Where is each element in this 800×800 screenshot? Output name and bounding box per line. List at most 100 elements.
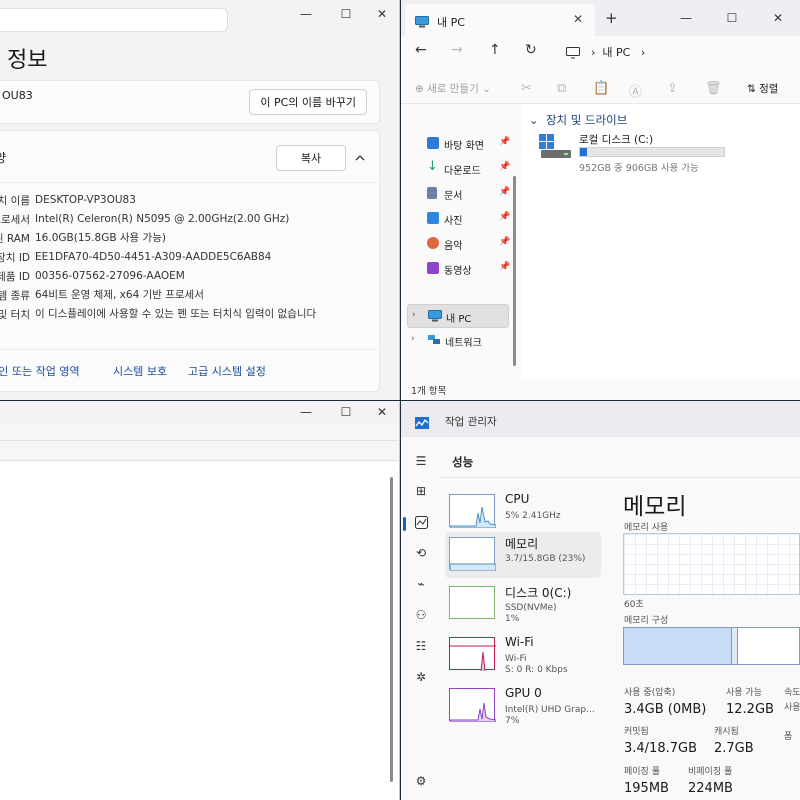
stat-label: 비페이징 풀 — [688, 767, 733, 777]
details-icon[interactable]: ☷ — [413, 638, 429, 654]
video-icon — [427, 262, 439, 274]
spec-value: DESKTOP-VP3OU83 — [35, 194, 136, 206]
stat-value: 2.7GB — [714, 741, 754, 756]
link-domain[interactable]: 도메인 또는 작업 영역 — [0, 363, 80, 379]
desktop-icon — [427, 137, 439, 149]
address-field[interactable] — [0, 425, 398, 441]
quick-access-desktop[interactable]: 바탕 화면 📌 — [427, 134, 517, 154]
tab-this-pc[interactable]: 내 PC ✕ — [405, 4, 595, 36]
stat-label: 사용 — [784, 703, 800, 713]
quick-access-label: 다운로드 — [444, 166, 481, 177]
title-bar: — ☐ ✕ — [0, 401, 399, 423]
chevron-up-icon[interactable] — [354, 149, 366, 168]
back-icon[interactable]: ← — [415, 42, 427, 58]
perf-item-memory[interactable]: 메모리 3.7/15.8GB (23%) — [445, 532, 601, 578]
maximize-button[interactable]: ☐ — [709, 4, 755, 32]
share-icon[interactable]: ⇪ — [667, 81, 678, 96]
stat-label: 캐시됨 — [714, 727, 739, 737]
close-tab-icon[interactable]: ✕ — [573, 12, 583, 26]
section-header[interactable]: ⌄ 장치 및 드라이브 — [529, 112, 627, 128]
services-icon[interactable]: ✲ — [413, 669, 429, 685]
nav-scrollbar[interactable] — [513, 176, 516, 366]
delete-icon[interactable]: 🗑 — [705, 81, 722, 96]
spec-key: 펜 및 터치 — [0, 309, 30, 321]
close-button[interactable]: ✕ — [755, 4, 800, 32]
quick-access-documents[interactable]: 문서 📌 — [427, 184, 517, 204]
up-icon[interactable]: ↑ — [489, 42, 501, 58]
settings-gear-icon[interactable]: ⚙ — [413, 773, 429, 789]
quick-access-pictures[interactable]: 사진 📌 — [427, 209, 517, 229]
rename-pc-button[interactable]: 이 PC의 이름 바꾸기 — [249, 89, 367, 115]
performance-icon[interactable] — [413, 514, 429, 530]
link-advanced-settings[interactable]: 고급 시스템 설정 — [188, 363, 266, 379]
users-icon[interactable]: ⚇ — [413, 607, 429, 623]
spec-key: 프로세서 — [0, 214, 30, 226]
chevron-right-icon[interactable]: › — [411, 334, 415, 344]
tab-bar: 내 PC ✕ + — ☐ ✕ — [401, 0, 800, 36]
tree-item-this-pc[interactable]: › 내 PC — [407, 304, 509, 328]
drive-name[interactable]: 로컬 디스크 (C:) — [579, 132, 653, 147]
music-icon — [427, 237, 439, 249]
spec-key: 제품 ID — [0, 271, 30, 283]
perf-item-detail: 5% 2.41GHz — [505, 511, 561, 521]
copy-icon[interactable]: ⧉ — [557, 81, 566, 96]
memory-modified-segment — [732, 628, 738, 664]
cut-icon[interactable]: ✂ — [521, 81, 532, 96]
specs-header[interactable]: 사양 복사 — [0, 131, 378, 183]
stat-label: 커밋됨 — [624, 727, 649, 737]
rename-icon[interactable]: Ⓐ — [629, 81, 642, 100]
system-info-window: — ☐ ✕ 정보 OU83 이 PC의 이름 바꾸기 사양 복사 장치 이름 D… — [0, 0, 400, 400]
settings-search-box[interactable] — [0, 8, 228, 32]
chevron-right-icon[interactable]: › — [412, 310, 416, 320]
quick-access-label: 음악 — [444, 241, 463, 252]
new-button[interactable]: ⊕ 새로 만들기 ⌄ — [415, 81, 491, 96]
navigation-pane: 바탕 화면 📌 ↓ 다운로드 📌 문서 📌 사진 📌 음악 📌 동영상 📌 › … — [401, 104, 521, 380]
memory-sparkline — [449, 537, 496, 571]
sort-button[interactable]: ⇅ 정렬 — [747, 81, 778, 96]
close-button[interactable]: ✕ — [359, 0, 399, 28]
navigation-bar: ← → ↑ ↻ › 내 PC › — [401, 36, 800, 68]
vertical-scrollbar[interactable] — [388, 469, 396, 794]
pin-icon: 📌 — [499, 237, 511, 247]
refresh-icon[interactable]: ↻ — [525, 42, 537, 58]
perf-item-detail: 3.7/15.8GB (23%) — [505, 554, 586, 564]
link-system-protection[interactable]: 시스템 보호 — [113, 363, 167, 379]
quick-access-downloads[interactable]: ↓ 다운로드 📌 — [427, 159, 517, 179]
quick-access-music[interactable]: 음악 📌 — [427, 234, 517, 254]
perf-item-disk[interactable]: 디스크 0(C:) SSD(NVMe) 1% — [445, 581, 601, 627]
scrollbar-thumb[interactable] — [390, 477, 393, 782]
section-title: 장치 및 드라이브 — [545, 113, 628, 127]
perf-item-cpu[interactable]: CPU 5% 2.41GHz — [445, 489, 601, 535]
quick-access-videos[interactable]: 동영상 📌 — [427, 259, 517, 279]
perf-item-name: GPU 0 — [505, 686, 542, 700]
app-title: 작업 관리자 — [445, 416, 497, 428]
app-history-icon[interactable]: ⟲ — [413, 545, 429, 561]
perf-item-detail: Wi-Fi — [505, 654, 527, 664]
tree-item-network[interactable]: › 네트워크 — [407, 329, 509, 353]
copy-button[interactable]: 복사 — [276, 145, 346, 171]
paste-icon[interactable]: 📋 — [593, 81, 609, 96]
pictures-icon — [427, 212, 439, 224]
perf-item-gpu[interactable]: GPU 0 Intel(R) UHD Grap... 7% — [445, 683, 601, 729]
drive-usage-bar — [579, 147, 725, 157]
pin-icon: 📌 — [499, 162, 511, 172]
forward-icon[interactable]: → — [451, 42, 463, 58]
new-tab-icon[interactable]: + — [605, 9, 618, 27]
task-manager-window: 작업 관리자 ☰ ⊞ ⟲ ⌁ ⚇ ☷ ✲ ⚙ 성능 CPU 5% 2.41GHz… — [401, 401, 800, 800]
content-area: ⌄ 장치 및 드라이브 로컬 디스크 (C:) 952GB 중 906GB 사용… — [521, 104, 800, 380]
perf-item-detail-2: 7% — [505, 716, 520, 726]
pin-icon: 📌 — [499, 187, 511, 197]
section-title: 성능 — [452, 455, 474, 469]
startup-apps-icon[interactable]: ⌁ — [413, 576, 429, 592]
perf-item-wifi[interactable]: Wi-Fi Wi-Fi S: 0 R: 0 Kbps — [445, 632, 601, 678]
processes-icon[interactable]: ⊞ — [413, 483, 429, 499]
monitor-icon — [566, 44, 580, 63]
pin-icon: 📌 — [499, 262, 511, 272]
wifi-sparkline — [449, 637, 496, 671]
pc-icon — [428, 310, 442, 325]
device-name-card: OU83 이 PC의 이름 바꾸기 — [0, 80, 380, 124]
address-bar[interactable]: › 내 PC › — [591, 44, 645, 60]
minimize-button[interactable]: — — [663, 4, 709, 32]
hamburger-menu-icon[interactable]: ☰ — [413, 453, 429, 469]
perf-item-detail-2: 1% — [505, 614, 520, 624]
